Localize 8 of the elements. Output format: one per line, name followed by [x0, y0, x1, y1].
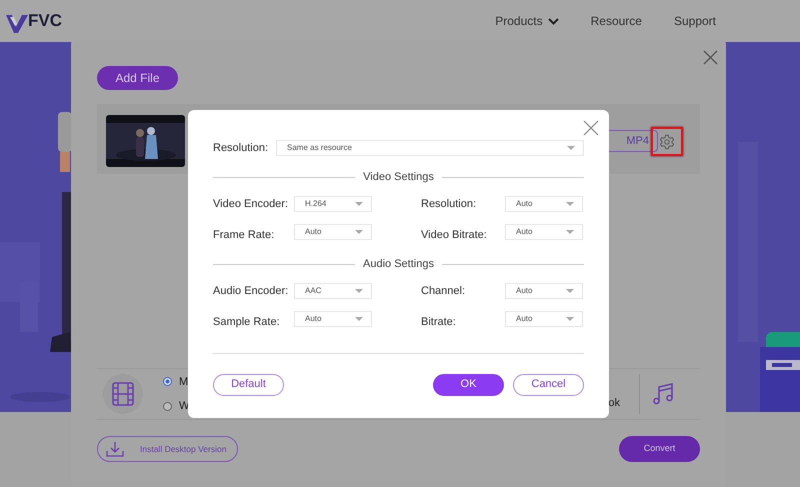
- logo-icon: [6, 14, 28, 34]
- nav-link[interactable]: Resource: [590, 12, 642, 30]
- nav-link[interactable]: Support: [674, 12, 716, 30]
- nav-link[interactable]: Products: [495, 12, 559, 30]
- chevron-down-icon: [548, 18, 559, 24]
- download-icon: [106, 441, 124, 457]
- convert-button[interactable]: Convert: [619, 436, 700, 462]
- logo-text[interactable]: FVC: [28, 8, 62, 34]
